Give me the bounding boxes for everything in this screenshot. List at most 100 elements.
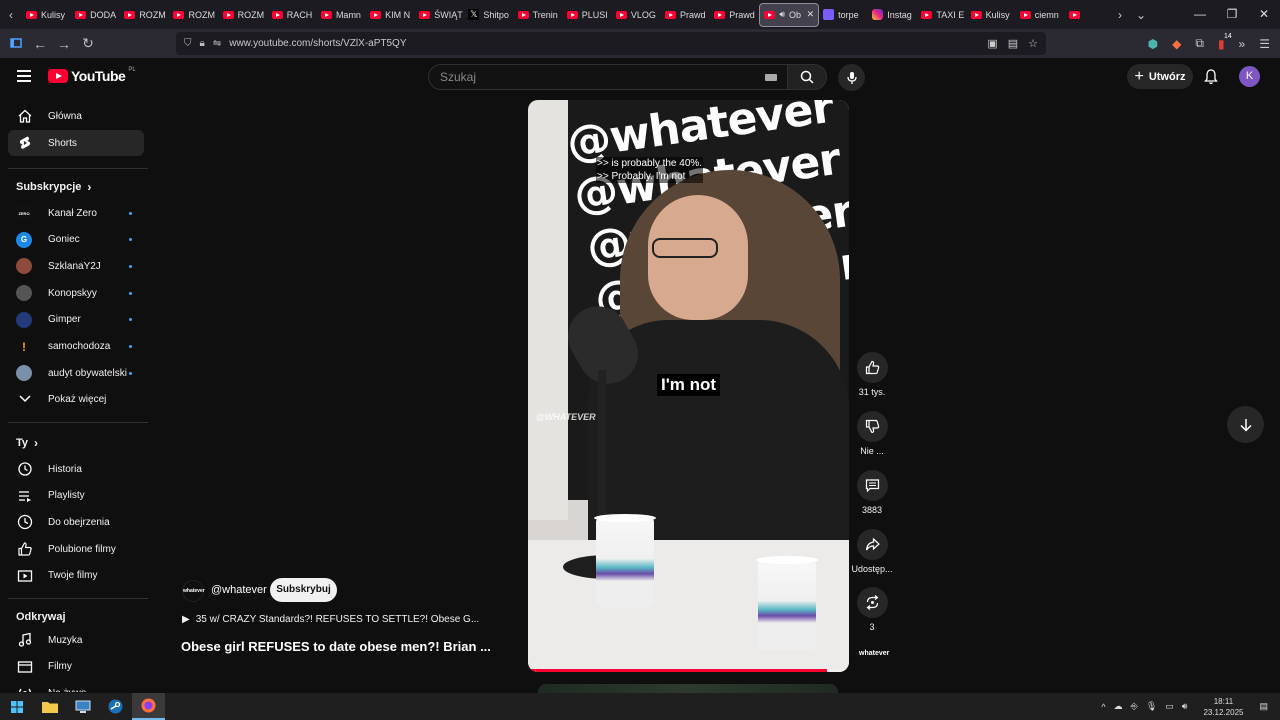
steam-icon[interactable] [99,693,132,720]
sidebar-item-shorts[interactable]: Shorts [8,130,144,156]
subscription-item[interactable]: ZERO Kanał Zero [8,200,144,226]
close-tab-icon[interactable]: ✕ [807,9,815,20]
browser-tab[interactable]: Mamn [317,3,366,27]
lock-icon[interactable]: 🔒︎ [200,38,205,49]
this-pc-icon[interactable] [66,693,99,720]
tray-overflow-icon[interactable]: ^ [1101,702,1105,712]
sidebar-item-home[interactable]: Główna [8,103,144,129]
channel-handle[interactable]: @whatever [211,584,267,596]
reload-button[interactable]: ↻ [76,35,100,52]
dislike-button[interactable]: Nie ... [851,411,893,456]
file-explorer-icon[interactable] [33,693,66,720]
extension-badge-icon[interactable]: ▮ 14 [1218,33,1232,51]
maximize-button[interactable]: ❐ [1216,0,1248,29]
reader-view-icon[interactable]: ▤ [1008,37,1018,50]
search-button[interactable] [787,64,827,90]
next-short-button[interactable] [1227,406,1264,443]
subscription-item[interactable]: G Goniec [8,227,144,253]
browser-tab[interactable]: TAXI E [917,3,966,27]
browser-tab[interactable]: Prawd [710,3,759,27]
app-menu-icon[interactable]: ☰ [1259,37,1270,51]
display-icon[interactable]: ▭ [1165,701,1174,712]
browser-tab[interactable]: RACH [268,3,317,27]
short-title[interactable]: Obese girl REFUSES to date obese men?! B… [181,639,491,654]
subscription-item[interactable]: SzklanaY2J [8,253,144,279]
url-text[interactable]: www.youtube.com/shorts/VZlX-aPT5QY [229,38,406,49]
browser-tab[interactable]: ŚWIĄT [415,3,464,27]
firefox-icon[interactable] [132,693,165,720]
browser-tab[interactable]: Trenin [514,3,563,27]
permissions-icon[interactable]: ⇋ [213,38,221,49]
minimize-button[interactable]: — [1184,0,1216,29]
notifications-button[interactable] [1200,66,1222,88]
browser-tab[interactable] [1065,3,1114,27]
show-more-button[interactable]: Pokaż więcej [8,386,144,412]
browser-tab[interactable]: Kulisy [22,3,71,27]
browser-tab[interactable]: 🔊︎ Ob ✕ [759,2,820,27]
tab-scroll-right-icon[interactable]: › [1118,8,1122,22]
more-tools-icon[interactable]: » [1239,37,1246,51]
sidebar-item-your-videos[interactable]: Twoje filmy [8,563,144,589]
sidebar-item-watch-later[interactable]: Do obejrzenia [8,509,144,535]
forward-button[interactable]: → [52,36,76,52]
comments-button[interactable]: 3883 [851,470,893,515]
you-heading[interactable]: Ty › [16,436,38,450]
browser-tab[interactable]: ROZM [120,3,169,27]
browser-tab[interactable]: ROZM [169,3,218,27]
close-window-button[interactable]: ✕ [1248,0,1280,29]
share-button[interactable]: Udostęp... [851,529,893,574]
sidebar-toggle-icon[interactable] [4,36,28,52]
bookmark-star-icon[interactable]: ☆ [1028,37,1038,50]
extension-shield-icon[interactable]: ⬢ [1148,37,1158,51]
start-button[interactable] [0,693,33,720]
back-button[interactable]: ← [28,36,52,52]
create-button[interactable]: + Utwórz [1127,64,1193,89]
guide-menu-icon[interactable] [17,70,31,85]
playlist-link[interactable]: ▶ 35 w/ CRAZY Standards?! REFUSES TO SET… [182,614,479,625]
like-button[interactable]: 31 tys. [851,352,893,397]
usb-icon[interactable]: ⎆ [1131,701,1138,712]
sidebar-item-movies[interactable]: Filmy [8,654,144,680]
browser-tab[interactable]: ciemn [1016,3,1065,27]
browser-tab[interactable]: Prawd [661,3,710,27]
browser-tab[interactable]: VLOG [612,3,661,27]
network-icon[interactable]: ☁ [1114,701,1123,712]
keyboard-icon[interactable] [765,74,777,81]
remix-button[interactable]: 3 [851,587,893,632]
search-input[interactable]: Szukaj [428,64,788,90]
browser-tab[interactable]: DODA [71,3,120,27]
speaker-icon[interactable]: 🔊︎ [779,9,785,20]
subscription-item[interactable]: ! samochodoza [8,334,144,360]
subscriptions-heading[interactable]: Subskrypcje › [16,180,91,194]
tab-scroll-left-icon[interactable]: ‹ [0,8,22,22]
account-avatar[interactable]: K [1239,66,1260,87]
extensions-puzzle-icon[interactable]: ⧉ [1195,36,1204,51]
subscribe-button[interactable]: Subskrybuj [270,578,337,602]
subscription-item[interactable]: audyt obywatelski [8,360,144,386]
sidebar-item-playlist[interactable]: Playlisty [8,483,144,509]
address-bar[interactable]: ⛉ 🔒︎ ⇋ www.youtube.com/shorts/VZlX-aPT5Q… [176,32,1046,55]
browser-tab[interactable]: ROZM [219,3,268,27]
pip-icon[interactable]: ▣ [987,37,997,50]
subscription-item[interactable]: Konopskyy [8,280,144,306]
microphone-tray-icon[interactable]: 🎙︎ [1146,701,1157,712]
browser-tab[interactable]: Instag [868,3,917,27]
browser-tab[interactable]: Kulisy [967,3,1016,27]
youtube-logo[interactable]: YouTube PL [48,67,136,84]
volume-icon[interactable]: 🔊︎ [1182,701,1188,712]
browser-tab[interactable]: 𝕏 Shitpo [464,3,513,27]
browser-tab[interactable]: PLUSI [563,3,612,27]
subscription-item[interactable]: Gimper [8,307,144,333]
browser-tab[interactable]: KIM N [366,3,415,27]
shield-icon[interactable]: ⛉ [184,38,192,49]
short-video-player[interactable]: @whatever @whatever @whatever @whatever … [528,100,849,672]
channel-thumbnail[interactable]: whatever [859,650,889,664]
sidebar-item-liked[interactable]: Polubione filmy [8,536,144,562]
voice-search-button[interactable] [838,64,865,91]
progress-bar[interactable] [528,669,849,672]
taskbar-clock[interactable]: 18:11 23.12.2025 [1203,696,1243,718]
browser-tab[interactable]: torpe [819,3,868,27]
channel-avatar[interactable]: whatever [182,580,205,602]
extension-fox-icon[interactable]: ◆ [1172,37,1181,51]
sidebar-item-music[interactable]: Muzyka [8,627,144,653]
